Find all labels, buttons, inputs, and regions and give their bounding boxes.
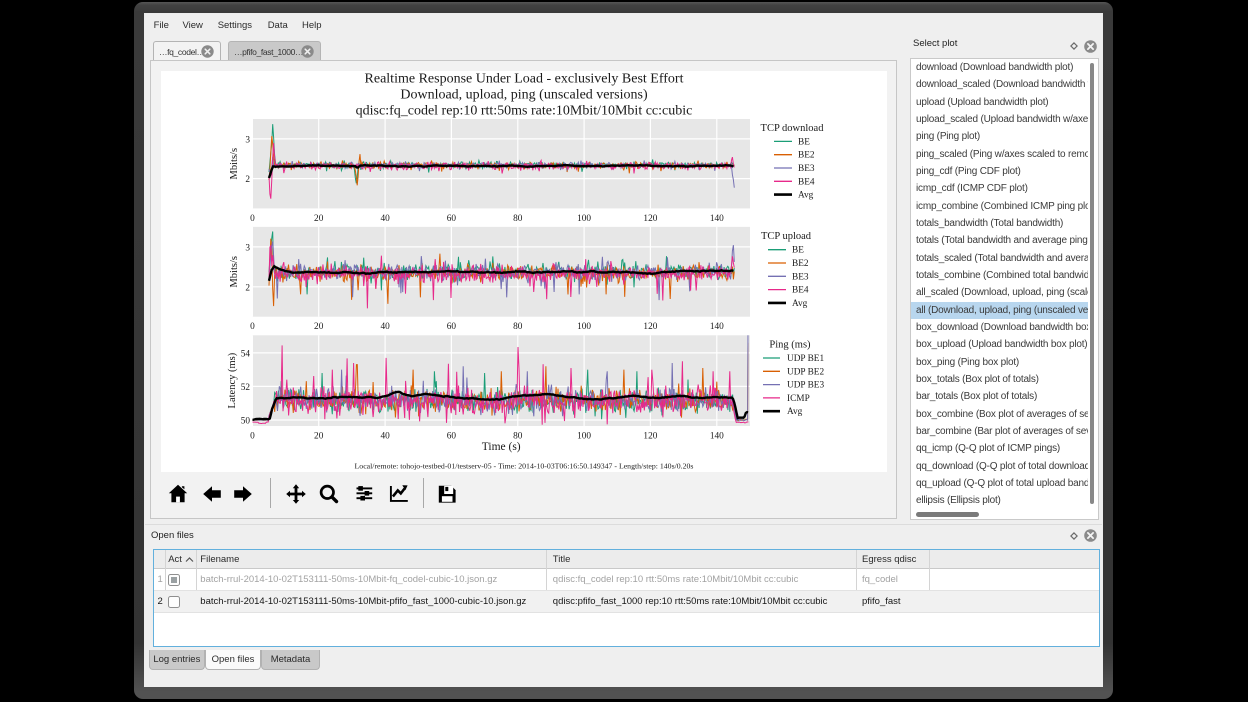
- svg-text:BE4: BE4: [792, 286, 809, 296]
- svg-text:100: 100: [577, 432, 591, 442]
- svg-text:100: 100: [577, 214, 591, 224]
- svg-text:140: 140: [710, 214, 724, 224]
- svg-text:BE3: BE3: [792, 272, 809, 282]
- svg-text:Mbits/s: Mbits/s: [229, 256, 240, 288]
- svg-text:60: 60: [447, 432, 457, 442]
- svg-text:50: 50: [241, 417, 251, 427]
- svg-text:140: 140: [710, 432, 724, 442]
- svg-text:52: 52: [241, 383, 251, 393]
- svg-text:0: 0: [250, 432, 255, 442]
- svg-text:3: 3: [245, 243, 250, 253]
- svg-text:BE2: BE2: [792, 259, 809, 269]
- svg-text:60: 60: [447, 322, 457, 332]
- svg-text:BE4: BE4: [798, 177, 815, 187]
- svg-text:80: 80: [513, 214, 523, 224]
- svg-text:54: 54: [241, 349, 251, 359]
- svg-text:80: 80: [513, 432, 523, 442]
- svg-text:2: 2: [245, 283, 250, 293]
- svg-text:TCP download: TCP download: [761, 123, 825, 134]
- svg-text:Ping (ms): Ping (ms): [769, 340, 811, 351]
- svg-text:Avg: Avg: [787, 407, 803, 417]
- svg-text:40: 40: [380, 322, 390, 332]
- svg-text:20: 20: [314, 322, 324, 332]
- svg-text:60: 60: [447, 214, 457, 224]
- svg-text:Time (s): Time (s): [482, 441, 521, 453]
- svg-text:UDP BE2: UDP BE2: [787, 367, 824, 377]
- svg-text:Avg: Avg: [792, 299, 808, 309]
- svg-text:UDP BE3: UDP BE3: [787, 381, 824, 391]
- svg-text:ICMP: ICMP: [787, 394, 810, 404]
- svg-text:Download, upload, ping (unscal: Download, upload, ping (unscaled version…: [400, 88, 648, 103]
- svg-text:120: 120: [643, 322, 657, 332]
- svg-text:20: 20: [314, 214, 324, 224]
- svg-text:0: 0: [250, 322, 255, 332]
- svg-text:140: 140: [710, 322, 724, 332]
- svg-text:Latency (ms): Latency (ms): [227, 352, 238, 408]
- svg-text:BE: BE: [792, 246, 804, 256]
- svg-text:3: 3: [245, 135, 250, 145]
- svg-text:120: 120: [643, 432, 657, 442]
- svg-text:Mbits/s: Mbits/s: [229, 148, 240, 180]
- svg-text:UDP BE1: UDP BE1: [787, 354, 824, 364]
- svg-text:Local/remote: tohojo-testbed-0: Local/remote: tohojo-testbed-01/testserv…: [355, 462, 694, 471]
- svg-text:100: 100: [577, 322, 591, 332]
- svg-text:40: 40: [380, 214, 390, 224]
- svg-text:BE3: BE3: [798, 164, 815, 174]
- svg-text:Avg: Avg: [798, 191, 814, 201]
- svg-text:Realtime Response Under Load -: Realtime Response Under Load - exclusive…: [365, 72, 684, 87]
- svg-text:20: 20: [314, 432, 324, 442]
- svg-text:0: 0: [250, 214, 255, 224]
- svg-text:2: 2: [245, 175, 250, 185]
- svg-text:40: 40: [380, 432, 390, 442]
- svg-text:TCP upload: TCP upload: [761, 231, 812, 242]
- svg-text:qdisc:fq_codel rep:10 rtt:50ms: qdisc:fq_codel rep:10 rtt:50ms rate:10Mb…: [356, 104, 693, 119]
- svg-text:BE2: BE2: [798, 151, 815, 161]
- svg-text:BE: BE: [798, 137, 810, 147]
- svg-text:80: 80: [513, 322, 523, 332]
- svg-text:120: 120: [643, 214, 657, 224]
